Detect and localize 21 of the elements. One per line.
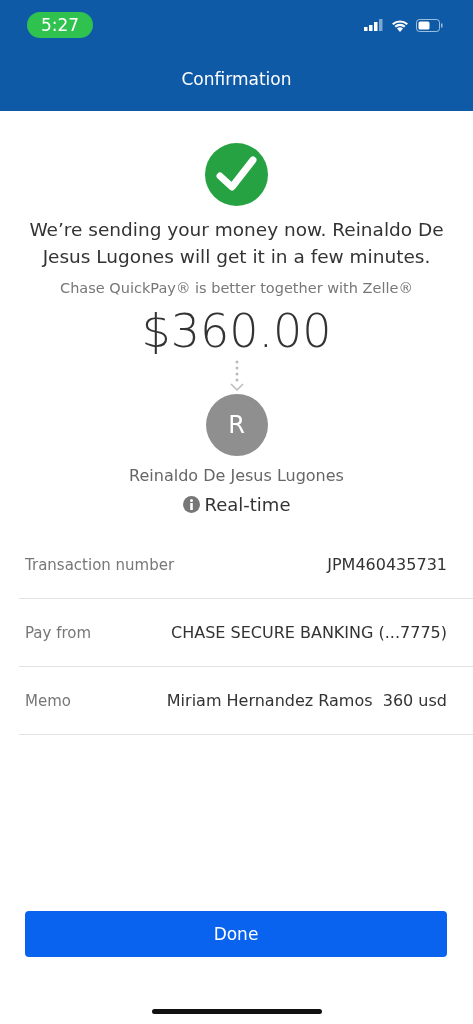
battery-icon (416, 18, 443, 32)
info-icon[interactable] (182, 496, 200, 513)
screen-title: Confirmation (180, 67, 293, 91)
recipient-name: Reinaldo De Jesus Lugones (129, 466, 344, 485)
delivery-speed: Real-time (204, 494, 291, 515)
wifi-icon (391, 18, 409, 32)
detail-label: Pay from (25, 623, 92, 642)
confirmation-message: We’re sending your money now. Reinaldo De Jesus Lugones will get it in a few minutes. (28, 218, 445, 269)
detail-value: Miriam Hernandez Ramos 360 usd (166, 691, 447, 710)
detail-label: Memo (25, 691, 71, 710)
signal-icon (364, 19, 384, 31)
detail-value: JPM460435731 (327, 555, 447, 574)
down-arrow-icon (228, 360, 245, 392)
done-button[interactable]: Done (25, 911, 447, 957)
amount: $360.00 (141, 304, 332, 358)
zelle-note: Chase QuickPay® is better together with Zelle® (60, 280, 413, 296)
detail-value: CHASE SECURE BANKING (...7775) (171, 623, 447, 642)
checkmark-icon (205, 143, 268, 206)
recipient-avatar: R (205, 394, 268, 456)
status-time: 5:27 (27, 12, 94, 38)
detail-label: Transaction number (25, 555, 175, 574)
